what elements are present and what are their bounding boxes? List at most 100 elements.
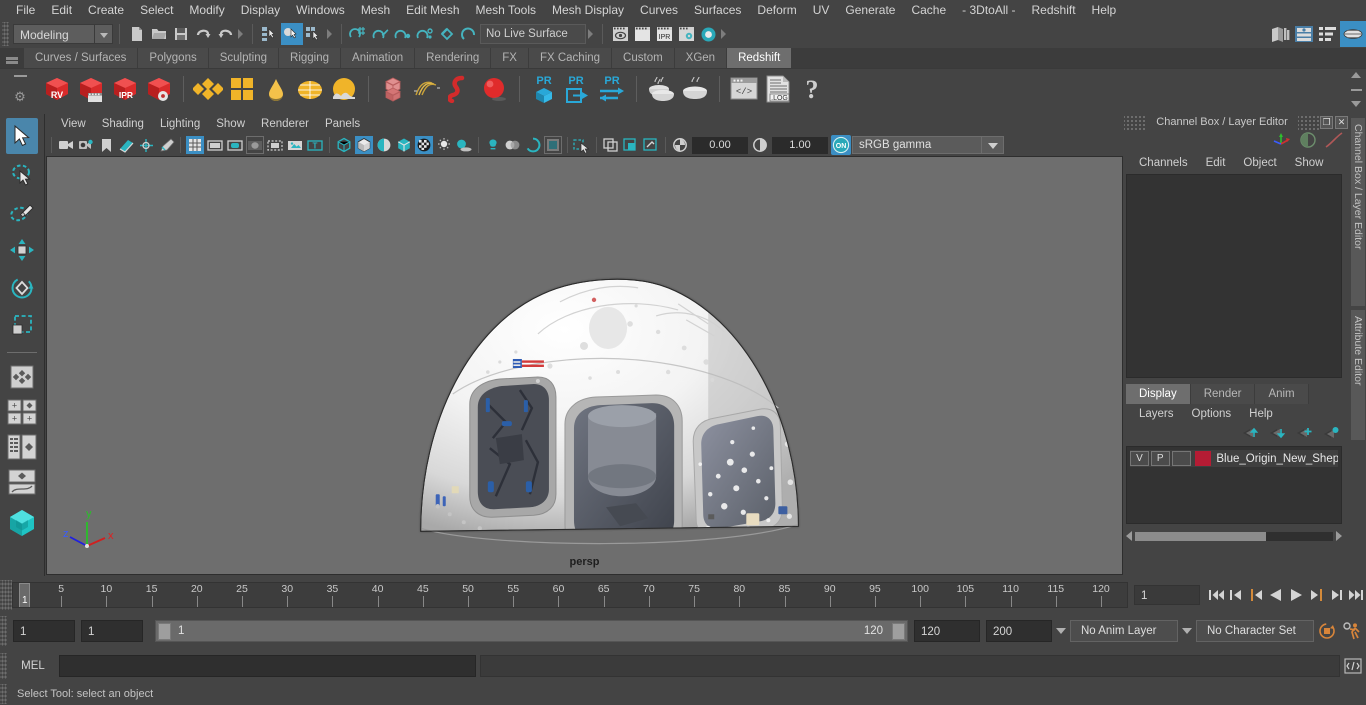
shelf-redshift-material-blender-button[interactable] — [225, 72, 259, 106]
snap-view-plane-icon[interactable] — [414, 23, 436, 45]
modeling-toolkit-icon[interactable] — [1340, 21, 1366, 47]
shelf-tab-fx[interactable]: FX — [491, 48, 529, 68]
shelf-redshift-bake-set-button[interactable] — [678, 72, 712, 106]
hypershade-icon[interactable] — [697, 23, 719, 45]
status-line-expand-4[interactable] — [719, 23, 729, 45]
menu-set-chevron-down-icon[interactable] — [95, 24, 113, 44]
channel-box-menu-object[interactable]: Object — [1234, 157, 1285, 169]
scrollbar-thumb[interactable] — [1135, 531, 1266, 541]
resolution-gate-icon[interactable] — [226, 136, 244, 154]
smooth-shading-icon[interactable] — [355, 136, 373, 154]
status-line-grip[interactable] — [2, 22, 9, 46]
color-management-toggle-icon[interactable]: ON — [831, 135, 851, 155]
anim-layer-chevron-down-icon[interactable] — [1052, 620, 1070, 642]
redo-icon[interactable] — [214, 23, 236, 45]
layer-menu-layers[interactable]: Layers — [1130, 408, 1183, 420]
panel-drag-handle[interactable] — [1124, 114, 1146, 130]
render-current-frame-icon[interactable] — [631, 23, 653, 45]
film-gate-mask-icon[interactable] — [266, 136, 284, 154]
rotate-tool[interactable] — [6, 270, 38, 306]
shelf-tab-polygons[interactable]: Polygons — [138, 48, 209, 68]
anim-layer-selector[interactable]: No Anim Layer — [1070, 620, 1178, 642]
display-layer-list[interactable]: V P Blue_Origin_New_Shep — [1126, 446, 1342, 524]
persp-graph-layout-button[interactable] — [5, 466, 39, 498]
layer-name[interactable]: Blue_Origin_New_Shep — [1216, 453, 1338, 465]
move-layer-up-icon[interactable] — [1241, 426, 1259, 443]
menu-surfaces[interactable]: Surfaces — [686, 0, 749, 20]
shelf-redshift-render-view-button[interactable]: RV — [40, 72, 74, 106]
image-plane-icon[interactable] — [117, 136, 135, 154]
shelf-options-handle[interactable]: ⚙ — [0, 69, 40, 110]
channel-box-menu-channels[interactable]: Channels — [1130, 157, 1197, 169]
command-output-field[interactable] — [480, 654, 1340, 677]
shelf-tab-animation[interactable]: Animation — [341, 48, 416, 68]
snap-grid-icon[interactable] — [348, 23, 370, 45]
layer-color-swatch[interactable] — [1194, 451, 1212, 466]
shelf-redshift-hair-button[interactable] — [410, 72, 444, 106]
shadows-icon[interactable] — [455, 136, 473, 154]
render-view-icon[interactable] — [609, 23, 631, 45]
range-end-time-field[interactable]: 120 — [914, 620, 980, 642]
depth-of-field-icon[interactable] — [544, 136, 562, 154]
channel-box-menu-show[interactable]: Show — [1286, 157, 1333, 169]
tab-render[interactable]: Render — [1190, 384, 1256, 404]
shaded-wireframe-icon[interactable] — [375, 136, 393, 154]
grid-toggle-icon[interactable] — [186, 136, 204, 154]
move-tool[interactable] — [6, 232, 38, 268]
shelf-redshift-render-sequence-button[interactable] — [74, 72, 108, 106]
menu-mesh-tools[interactable]: Mesh Tools — [468, 0, 544, 20]
menu-file[interactable]: File — [8, 0, 43, 20]
go-to-start-icon[interactable] — [1206, 584, 1226, 606]
tab-anim[interactable]: Anim — [1255, 384, 1309, 404]
play-backwards-icon[interactable] — [1266, 584, 1286, 606]
menu-help[interactable]: Help — [1084, 0, 1125, 20]
layer-menu-help[interactable]: Help — [1240, 408, 1282, 420]
new-scene-icon[interactable] — [126, 23, 148, 45]
viewport-menu-view[interactable]: View — [53, 114, 94, 134]
camera-attributes-icon[interactable] — [77, 136, 95, 154]
shelf-tab-curves-surfaces[interactable]: Curves / Surfaces — [24, 48, 139, 68]
multisample-aa-icon[interactable] — [524, 136, 542, 154]
shelf-menu-handle[interactable] — [0, 48, 24, 68]
shelf-scroll-bar[interactable] — [1350, 88, 1362, 91]
isolate-select-icon[interactable] — [573, 136, 591, 154]
menu-windows[interactable]: Windows — [288, 0, 353, 20]
paint-select-tool[interactable] — [6, 194, 38, 230]
shelf-redshift-dome-light-button[interactable] — [293, 72, 327, 106]
layer-row[interactable]: V P Blue_Origin_New_Shep — [1130, 450, 1338, 467]
shelf-redshift-material-button[interactable] — [191, 72, 225, 106]
new-layer-from-selected-icon[interactable] — [1322, 426, 1340, 443]
menu-generate[interactable]: Generate — [837, 0, 903, 20]
viewport-menu-panels[interactable]: Panels — [317, 114, 368, 134]
gate-mask-icon[interactable] — [246, 136, 264, 154]
motion-blur-icon[interactable] — [504, 136, 522, 154]
save-scene-icon[interactable] — [170, 23, 192, 45]
viewport-snapshot-icon[interactable] — [642, 136, 660, 154]
range-slider-grip[interactable] — [0, 616, 7, 646]
shelf-redshift-pr-transfer-button[interactable]: PR — [595, 72, 629, 106]
shelf-redshift-environment-button[interactable] — [327, 72, 361, 106]
snap-projected-center-icon[interactable] — [436, 23, 458, 45]
layer-type-toggle[interactable] — [1171, 451, 1191, 466]
menu-3dtoall[interactable]: - 3DtoAll - — [954, 0, 1023, 20]
range-slider-bar[interactable]: 1 120 — [155, 620, 908, 642]
last-tool-used-button[interactable] — [5, 361, 39, 393]
film-gate-icon[interactable] — [206, 136, 224, 154]
range-start-handle[interactable] — [158, 622, 171, 640]
xray-shading-icon[interactable] — [286, 136, 304, 154]
menu-modify[interactable]: Modify — [181, 0, 232, 20]
make-live-icon[interactable] — [458, 23, 480, 45]
color-management-field[interactable]: sRGB gamma — [852, 136, 982, 154]
menu-deform[interactable]: Deform — [749, 0, 804, 20]
play-forwards-icon[interactable] — [1286, 584, 1306, 606]
shelf-scroll-down-icon[interactable] — [1351, 101, 1361, 107]
menu-create[interactable]: Create — [80, 0, 132, 20]
menu-cache[interactable]: Cache — [903, 0, 954, 20]
select-hierarchy-icon[interactable] — [259, 23, 281, 45]
close-icon[interactable]: ✕ — [1335, 115, 1348, 129]
exposure-icon[interactable] — [671, 136, 689, 154]
animation-preferences-icon[interactable] — [1340, 622, 1366, 640]
scroll-left-icon[interactable] — [1126, 531, 1132, 541]
layer-visibility-toggle[interactable]: V — [1130, 451, 1149, 466]
menu-redshift[interactable]: Redshift — [1024, 0, 1084, 20]
